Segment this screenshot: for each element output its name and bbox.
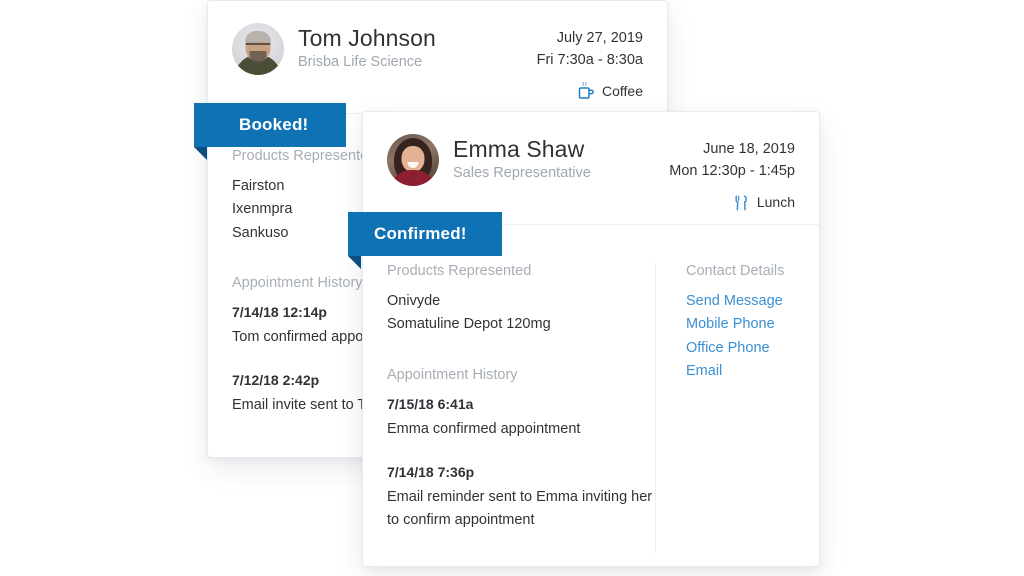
avatar [232, 23, 284, 75]
status-badge-booked: Booked! [194, 103, 346, 160]
appointment-date: June 18, 2019 [703, 141, 795, 157]
history-date: 7/15/18 6:41a [387, 395, 474, 412]
ribbon-fold [194, 147, 207, 160]
appointment-time: Fri 7:30a - 8:30a [536, 52, 643, 69]
appointment-cards-stage: Tom Johnson Brisba Life Science July 27,… [0, 0, 1024, 576]
person-name: Emma Shaw [453, 136, 585, 162]
appointment-date: July 27, 2019 [556, 30, 643, 46]
product-item: Onivyde [387, 292, 441, 309]
person-summary: Emma Shaw Sales Representative [387, 134, 591, 186]
fork-knife-icon [732, 192, 750, 212]
meeting-type: Coffee [537, 81, 643, 101]
appointment-schedule: July 27, 2019 Fri 7:30a - 8:30a Coffee [537, 23, 643, 101]
contact-link-office-phone[interactable]: Office Phone [686, 337, 795, 360]
coffee-cup-icon [577, 81, 595, 101]
ribbon-fold [348, 256, 361, 269]
products-label: Products Represented [387, 262, 532, 279]
meeting-type: Lunch [669, 192, 795, 212]
status-badge-label: Booked! [239, 115, 309, 134]
meeting-type-label: Lunch [756, 193, 795, 210]
avatar [387, 134, 439, 186]
history-label: Appointment History [387, 366, 518, 383]
person-role: Brisba Life Science [298, 54, 423, 71]
history-entry: 7/15/18 6:41a Emma confirmed appointment [387, 394, 655, 441]
card-header: Emma Shaw Sales Representative June 18, … [363, 112, 819, 225]
contact-details-label: Contact Details [686, 262, 785, 279]
history-entry: 7/14/18 7:36p Email reminder sent to Emm… [387, 462, 655, 532]
status-badge-label: Confirmed! [374, 224, 467, 243]
card-body: Products Represented Onivyde Somatuline … [363, 225, 819, 553]
card-header: Tom Johnson Brisba Life Science July 27,… [208, 1, 667, 114]
contact-details-column: Contact Details Send Message Mobile Phon… [655, 262, 795, 553]
contact-link-mobile-phone[interactable]: Mobile Phone [686, 313, 795, 336]
person-role: Sales Representative [453, 165, 591, 182]
person-summary: Tom Johnson Brisba Life Science [232, 23, 436, 75]
meeting-type-label: Coffee [602, 82, 643, 99]
history-date: 7/14/18 7:36p [387, 463, 475, 480]
contact-link-email[interactable]: Email [686, 360, 795, 383]
appointment-card-emma-shaw[interactable]: Emma Shaw Sales Representative June 18, … [362, 111, 820, 567]
product-item: Somatuline Depot 120mg [387, 316, 551, 333]
appointment-time: Mon 12:30p - 1:45p [669, 163, 795, 180]
contact-link-send-message[interactable]: Send Message [686, 290, 795, 313]
history-text: Email reminder sent to Emma inviting her… [387, 488, 653, 528]
person-name: Tom Johnson [298, 25, 436, 51]
status-badge-confirmed: Confirmed! [348, 212, 502, 269]
history-text: Emma confirmed appointment [387, 420, 581, 437]
appointment-schedule: June 18, 2019 Mon 12:30p - 1:45p Lunch [669, 134, 795, 212]
